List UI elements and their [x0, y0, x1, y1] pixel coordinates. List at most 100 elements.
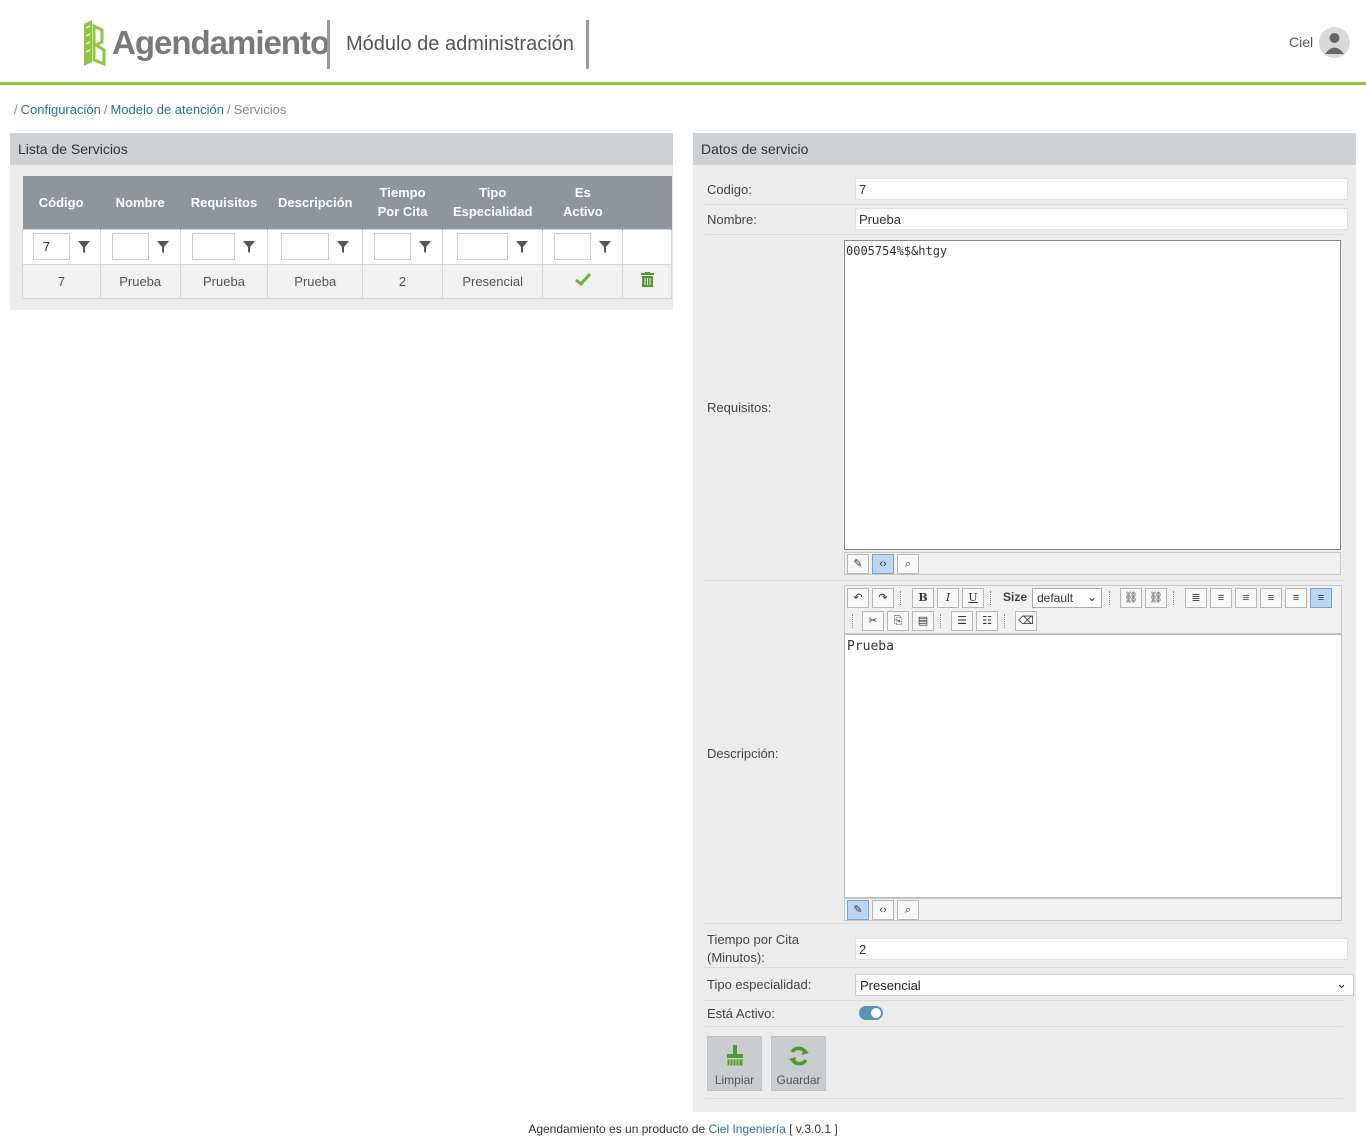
- column-header-nombre[interactable]: Nombre: [100, 176, 181, 229]
- size-label: Size: [1003, 590, 1028, 604]
- italic-icon[interactable]: I: [937, 588, 959, 608]
- align-rtl-icon[interactable]: ≣: [1185, 588, 1207, 608]
- services-list-title: Lista de Servicios: [10, 133, 673, 165]
- cut-icon[interactable]: ✂: [862, 611, 884, 631]
- eraser-icon[interactable]: ⌫: [1015, 611, 1037, 631]
- filter-icon[interactable]: [337, 240, 350, 253]
- design-mode-pencil-icon[interactable]: ✎: [847, 554, 869, 574]
- breadcrumb: / Configuración / Modelo de atención / Servic…: [14, 102, 287, 117]
- filter-input-nombre[interactable]: [111, 233, 149, 260]
- nombre-label: Nombre:: [707, 212, 757, 227]
- underline-icon[interactable]: U: [962, 588, 984, 608]
- filter-icon[interactable]: [419, 240, 432, 253]
- tiempo-row: Tiempo por Cita (Minutos): 2: [705, 926, 1348, 968]
- column-header-tiempo[interactable]: Tiempo Por Cita: [362, 176, 443, 229]
- header-divider: [327, 20, 330, 69]
- services-list-panel: Lista de Servicios Código Nombre Requisi…: [10, 133, 673, 310]
- chevron-down-icon: ⌄: [1086, 590, 1097, 604]
- requisitos-row: Requisitos: 0005754%$&htgy ✎ ‹› ⌕: [705, 235, 1343, 581]
- html-mode-code-icon[interactable]: ‹›: [872, 900, 894, 920]
- align-center-icon[interactable]: ≡: [1235, 588, 1257, 608]
- service-form-panel: Datos de servicio Codigo: 7 Nombre: Prue…: [693, 133, 1356, 1112]
- undo-icon[interactable]: ↶: [847, 588, 869, 608]
- filter-icon[interactable]: [243, 240, 256, 253]
- page-footer: Agendamiento es un producto de Ciel Inge…: [528, 1122, 838, 1136]
- cell-actions: [622, 263, 672, 299]
- requisitos-mode-bar: ✎ ‹› ⌕: [844, 552, 1341, 575]
- codigo-field[interactable]: 7: [855, 178, 1348, 200]
- align-right-icon[interactable]: ≡: [1260, 588, 1282, 608]
- activo-toggle[interactable]: [859, 1006, 883, 1020]
- module-title: Módulo de administración: [346, 33, 574, 55]
- nombre-row: Nombre: Prueba: [705, 205, 1348, 235]
- guardar-button[interactable]: Guardar: [771, 1036, 826, 1091]
- cell-descripcion: Prueba: [267, 263, 364, 299]
- column-header-activo[interactable]: Es Activo: [542, 176, 624, 229]
- tipo-label: Tipo especialidad:: [707, 977, 812, 992]
- app-logo[interactable]: Agendamiento: [82, 19, 330, 67]
- user-avatar-icon[interactable]: [1319, 27, 1350, 58]
- descripcion-row: Descripción: ↶ ↷ B I U Size default ⌄ ⛓ …: [705, 581, 1343, 924]
- column-header-requisitos[interactable]: Requisitos: [180, 176, 269, 229]
- filter-icon[interactable]: [516, 240, 529, 253]
- descripcion-mode-bar: ✎ ‹› ⌕: [844, 898, 1342, 921]
- filter-input-descripcion[interactable]: [281, 233, 330, 260]
- ordered-list-icon[interactable]: ☰: [951, 611, 973, 631]
- tipo-row: Tipo especialidad: Presencial ⌄: [705, 969, 1354, 1001]
- nombre-field[interactable]: Prueba: [855, 208, 1348, 230]
- insert-link-icon[interactable]: ⛓: [1120, 588, 1142, 608]
- app-header: Agendamiento Módulo de administración Ci…: [0, 0, 1366, 85]
- trash-icon[interactable]: [640, 272, 654, 287]
- html-mode-code-icon[interactable]: ‹›: [872, 554, 894, 574]
- paste-icon[interactable]: ▤: [912, 611, 934, 631]
- filter-icon[interactable]: [77, 240, 90, 253]
- tiempo-field[interactable]: 2: [855, 938, 1348, 960]
- filter-input-tipo[interactable]: [457, 233, 509, 260]
- codigo-row: Codigo: 7: [705, 175, 1348, 205]
- table-row[interactable]: 7 Prueba Prueba Prueba 2 Presencial: [22, 263, 672, 299]
- copy-icon[interactable]: ⎘: [887, 611, 909, 631]
- filter-row: 7: [22, 228, 672, 265]
- bold-icon[interactable]: B: [912, 588, 934, 608]
- company-link[interactable]: Ciel Ingeniería: [708, 1122, 785, 1136]
- descripcion-label: Descripción:: [707, 746, 779, 761]
- unordered-list-icon[interactable]: ☷: [976, 611, 998, 631]
- align-full-icon[interactable]: ≡: [1310, 588, 1332, 608]
- design-mode-pencil-icon[interactable]: ✎: [847, 900, 869, 920]
- chevron-down-icon: ⌄: [1336, 976, 1347, 991]
- cell-requisitos: Prueba: [179, 263, 269, 299]
- breadcrumb-modelo-atencion[interactable]: Modelo de atención: [110, 102, 223, 117]
- descripcion-rich-editor[interactable]: Prueba: [844, 634, 1342, 898]
- breadcrumb-servicios: Servicios: [233, 102, 287, 117]
- requisitos-source-editor[interactable]: 0005754%$&htgy: [844, 240, 1341, 550]
- remove-link-icon[interactable]: ⛓: [1145, 588, 1167, 608]
- preview-mode-magnifier-icon[interactable]: ⌕: [897, 554, 919, 574]
- filter-input-tiempo[interactable]: [374, 233, 412, 260]
- services-table: Código Nombre Requisitos Descripción Tie…: [22, 176, 672, 299]
- broom-icon: [726, 1045, 743, 1067]
- descripcion-toolbar: ↶ ↷ B I U Size default ⌄ ⛓ ⛓ ≣ ≡ ≡ ≡ ≡ ≡…: [844, 585, 1342, 634]
- tipo-select[interactable]: Presencial ⌄: [855, 974, 1354, 996]
- filter-icon[interactable]: [156, 240, 169, 253]
- column-header-tipo[interactable]: Tipo Especialidad: [442, 176, 544, 229]
- filter-input-requisitos[interactable]: [192, 233, 236, 260]
- align-justify-icon[interactable]: ≡: [1285, 588, 1307, 608]
- filter-input-activo[interactable]: [554, 233, 592, 260]
- font-size-select[interactable]: default ⌄: [1032, 588, 1102, 608]
- column-header-codigo[interactable]: Código: [22, 176, 101, 229]
- table-header-row: Código Nombre Requisitos Descripción Tie…: [22, 176, 672, 229]
- service-form-title: Datos de servicio: [693, 133, 1356, 165]
- activo-label: Está Activo:: [707, 1006, 775, 1021]
- breadcrumb-configuracion[interactable]: Configuración: [21, 102, 101, 117]
- filter-input-codigo[interactable]: 7: [32, 233, 70, 260]
- preview-mode-magnifier-icon[interactable]: ⌕: [897, 900, 919, 920]
- header-divider: [586, 20, 589, 69]
- redo-icon[interactable]: ↷: [872, 588, 894, 608]
- logo-mark-icon: [84, 20, 106, 66]
- filter-icon[interactable]: [599, 240, 612, 253]
- check-icon: [574, 272, 591, 287]
- limpiar-button[interactable]: Limpiar: [707, 1036, 762, 1091]
- align-left-icon[interactable]: ≡: [1210, 588, 1232, 608]
- column-header-descripcion[interactable]: Descripción: [267, 176, 364, 229]
- user-name[interactable]: Ciel: [1289, 34, 1313, 50]
